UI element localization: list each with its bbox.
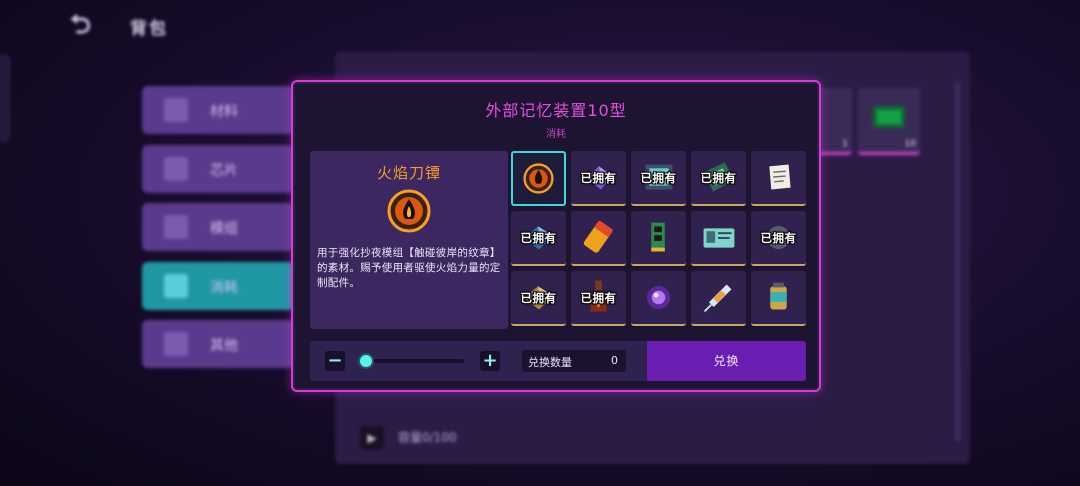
slot-count: 1 — [842, 139, 848, 149]
item-name: 火焰刀镡 — [376, 164, 441, 182]
item-slot-green-circuit[interactable]: 已拥有 — [691, 151, 746, 206]
exchange-button[interactable]: 兑换 — [647, 341, 806, 381]
play-icon[interactable]: ▶ — [360, 426, 384, 450]
category-tab-materials[interactable]: 材料 — [142, 86, 294, 134]
quantity-slider[interactable] — [360, 355, 464, 367]
category-label: 其他 — [210, 338, 238, 354]
slider-handle[interactable] — [360, 355, 372, 367]
item-slot-blue-cube[interactable]: 已拥有 — [511, 211, 566, 266]
chip-icon — [164, 157, 188, 181]
owned-label: 已拥有 — [760, 231, 797, 245]
item-slot-syringe[interactable] — [691, 271, 746, 326]
battery-icon — [583, 220, 613, 253]
item-slot-paper-note[interactable] — [751, 151, 806, 206]
purple-orb-icon — [646, 285, 671, 310]
item-slot-battery[interactable] — [571, 211, 626, 266]
consumable-icon — [164, 274, 188, 298]
category-tab-consumable[interactable]: 消耗 — [142, 262, 294, 310]
increase-button[interactable]: + — [480, 351, 500, 371]
scrollbar[interactable] — [955, 82, 960, 442]
item-slot-purple-orb[interactable] — [631, 271, 686, 326]
owned-label: 已拥有 — [520, 231, 557, 245]
module-icon — [164, 215, 188, 239]
game-screen: ⮌ 背包 材料 芯片 模组 消耗 其他 1 10 ▶ 容量0/100 外部记忆装… — [0, 0, 1080, 486]
back-arrow-icon[interactable]: ⮌ — [70, 12, 104, 38]
canister-icon — [770, 282, 787, 310]
syringe-icon — [703, 284, 732, 313]
category-tab-chip[interactable]: 芯片 — [142, 145, 294, 193]
materials-icon — [164, 98, 188, 122]
owned-label: 已拥有 — [580, 291, 617, 305]
quantity-label: 兑换数量 — [528, 356, 572, 369]
id-card-icon — [703, 228, 735, 248]
item-slot-gold-crystal[interactable]: 已拥有 — [511, 271, 566, 326]
item-slot-canister[interactable] — [751, 271, 806, 326]
item-slot-id-card[interactable] — [691, 211, 746, 266]
slot-count: 10 — [904, 139, 916, 149]
item-detail-panel: 火焰刀镡 用于强化抄夜模组【触碰彼岸的纹章】的素材。赐予使用者驱使火焰力量的定制… — [310, 151, 508, 329]
capacity-info: ▶ 容量0/100 — [360, 426, 457, 450]
exchange-controls: − + 兑换数量 0 兑换 — [310, 341, 806, 381]
item-slot-flame-tsuba[interactable] — [511, 151, 566, 206]
owned-label: 已拥有 — [640, 171, 677, 185]
other-icon — [164, 332, 188, 356]
flame-tsuba-icon — [387, 189, 431, 233]
green-gem-icon — [873, 106, 905, 128]
category-label: 模组 — [210, 221, 238, 237]
category-tab-module[interactable]: 模组 — [142, 203, 294, 251]
item-slot-ram-stick[interactable] — [631, 211, 686, 266]
item-description: 用于强化抄夜模组【触碰彼岸的纹章】的素材。赐予使用者驱使火焰力量的定制配件。 — [317, 247, 501, 289]
paper-note-icon — [769, 164, 791, 190]
side-handle — [0, 55, 10, 142]
item-slot-purple-crystal[interactable]: 已拥有 — [571, 151, 626, 206]
capacity-text: 容量0/100 — [398, 430, 457, 445]
ram-stick-icon — [651, 222, 665, 252]
item-slot-tech-module[interactable]: 已拥有 — [631, 151, 686, 206]
item-slot-flame-bottle[interactable]: 已拥有 — [571, 271, 626, 326]
category-label: 材料 — [210, 104, 238, 120]
category-label: 消耗 — [210, 280, 238, 296]
item-slot-gear-part[interactable]: 已拥有 — [751, 211, 806, 266]
owned-label: 已拥有 — [520, 291, 557, 305]
popup-title: 外部记忆装置10型 — [485, 101, 627, 120]
quantity-display: 兑换数量 0 — [522, 350, 626, 372]
quantity-value: 0 — [611, 354, 618, 367]
page-title: 背包 — [130, 19, 168, 39]
owned-label: 已拥有 — [700, 171, 737, 185]
popup-subtitle: 消耗 — [546, 129, 566, 140]
inventory-slot[interactable]: 10 — [858, 88, 920, 155]
exchange-popup: 外部记忆装置10型 消耗 火焰刀镡 用于强化抄夜模组【触碰彼岸的纹章】的素材。赐… — [291, 80, 821, 392]
category-tab-other[interactable]: 其他 — [142, 320, 294, 368]
owned-label: 已拥有 — [580, 171, 617, 185]
item-grid: 已拥有 已拥有 已拥有 已拥有 已拥有 已拥有 已拥有 — [511, 151, 806, 329]
decrease-button[interactable]: − — [325, 351, 345, 371]
flame-tsuba-icon — [523, 163, 554, 194]
category-label: 芯片 — [210, 163, 238, 179]
